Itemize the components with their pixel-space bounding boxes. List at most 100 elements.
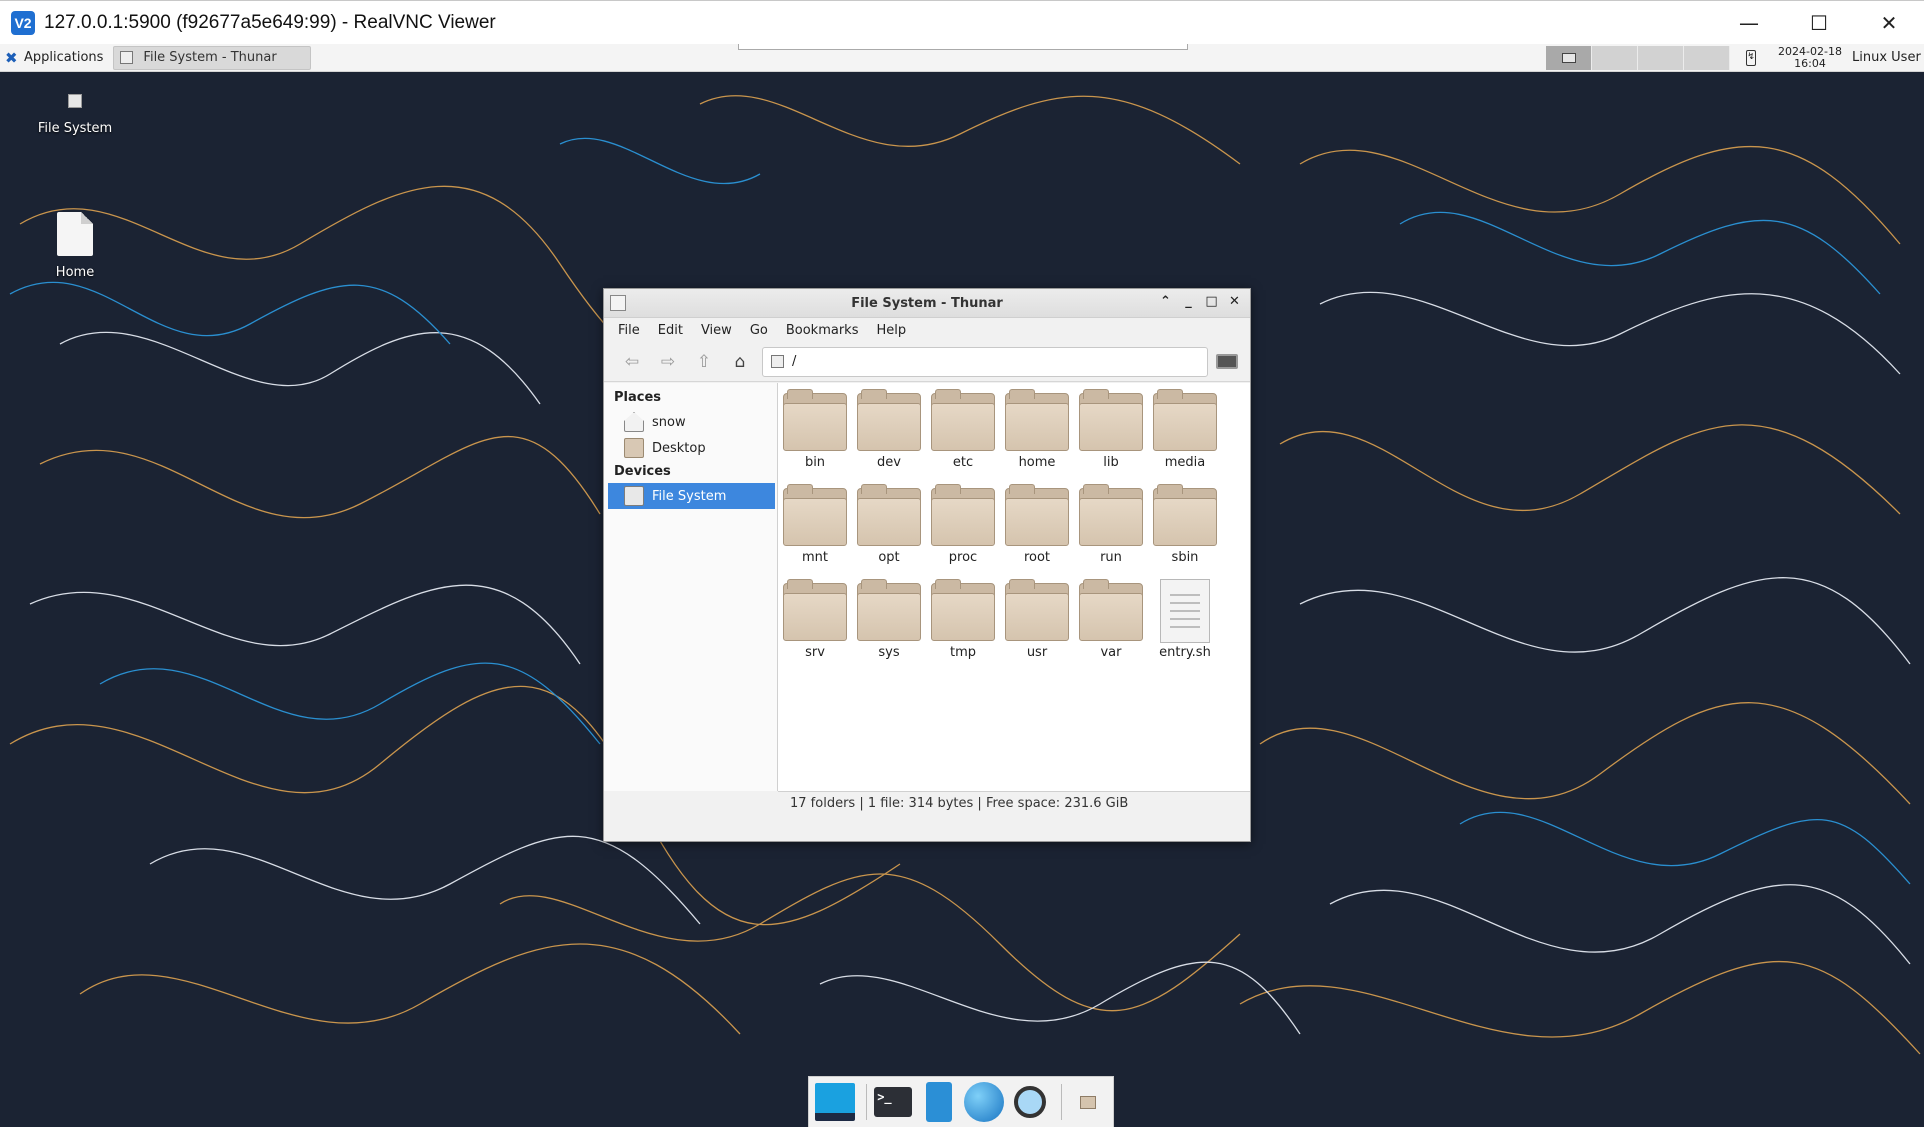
back-arrow-icon[interactable]: ⇦: [614, 347, 650, 377]
folder-item[interactable]: media: [1148, 389, 1222, 470]
item-label: var: [1100, 645, 1122, 660]
sidebar-item-snow[interactable]: snow: [608, 409, 775, 435]
text-file-icon: [1160, 579, 1210, 643]
desktop-icon-label: File System: [37, 121, 113, 136]
maximize-icon[interactable]: □: [1200, 294, 1223, 309]
item-label: mnt: [802, 550, 828, 565]
item-label: root: [1023, 550, 1051, 565]
desktop-icon-filesystem[interactable]: File System: [20, 84, 130, 136]
app-finder-button[interactable]: [1009, 1080, 1051, 1124]
folder-icon: [931, 579, 995, 643]
toolbar: ⇦ ⇨ ⇧ ⌂ /: [604, 342, 1250, 382]
folder-icon: [1005, 579, 1069, 643]
folder-item[interactable]: lib: [1074, 389, 1148, 470]
folder-icon: [1079, 579, 1143, 643]
menu-bookmarks[interactable]: Bookmarks: [777, 323, 868, 338]
panel-dropdown-edge: [738, 44, 1188, 50]
shade-icon[interactable]: ⌃: [1154, 294, 1177, 309]
applications-menu-button[interactable]: ✖ Applications: [5, 46, 109, 70]
item-label: srv: [805, 645, 825, 660]
folder-item[interactable]: mnt: [778, 484, 852, 565]
workspace-2[interactable]: [1592, 46, 1638, 70]
folder-item[interactable]: dev: [852, 389, 926, 470]
folder-item[interactable]: root: [1000, 484, 1074, 565]
realvnc-logo-icon: V2: [11, 10, 35, 35]
minimize-icon[interactable]: —: [1714, 1, 1784, 45]
vnc-titlebar: V2 127.0.0.1:5900 (f92677a5e649:99) - Re…: [0, 0, 1924, 44]
location-bar[interactable]: /: [762, 346, 1208, 377]
folder-item[interactable]: etc: [926, 389, 1000, 470]
desktop-icon: [814, 1083, 855, 1121]
folder-icon: [1005, 484, 1069, 548]
show-desktop-button[interactable]: [814, 1080, 856, 1124]
folder-item[interactable]: sbin: [1148, 484, 1222, 565]
user-menu[interactable]: Linux User: [1852, 50, 1921, 65]
search-icon: [1013, 1086, 1046, 1118]
web-browser-button[interactable]: [963, 1080, 1005, 1124]
item-label: dev: [877, 455, 901, 470]
home-icon[interactable]: ⌂: [722, 347, 758, 377]
terminal-icon[interactable]: [1216, 354, 1238, 369]
close-icon[interactable]: ✕: [1854, 1, 1924, 45]
sidebar-item-desktop[interactable]: Desktop: [608, 435, 775, 461]
workspace-3[interactable]: [1638, 46, 1684, 70]
remote-desktop[interactable]: ✖ Applications File System - Thunar ↯ 20…: [0, 44, 1924, 1127]
forward-arrow-icon[interactable]: ⇨: [650, 347, 686, 377]
folder-icon: [857, 484, 921, 548]
desktop-icon-home[interactable]: Home: [20, 212, 130, 280]
folder-launcher-button[interactable]: [1067, 1080, 1109, 1124]
devices-header: Devices: [614, 464, 671, 479]
folder-item[interactable]: var: [1074, 579, 1148, 660]
drive-icon[interactable]: [610, 295, 626, 311]
workspace-1[interactable]: [1546, 46, 1592, 70]
folder-item[interactable]: sys: [852, 579, 926, 660]
folder-item[interactable]: tmp: [926, 579, 1000, 660]
terminal-button[interactable]: >_: [872, 1080, 914, 1124]
item-label: usr: [1026, 645, 1048, 660]
up-arrow-icon[interactable]: ⇧: [686, 347, 722, 377]
vnc-window-title: 127.0.0.1:5900 (f92677a5e649:99) - RealV…: [44, 11, 496, 33]
minimize-icon[interactable]: _: [1177, 294, 1200, 309]
drive-icon: [120, 51, 134, 64]
drive-icon: [68, 94, 82, 108]
file-item[interactable]: entry.sh: [1148, 579, 1222, 660]
file-view[interactable]: bin dev etc home lib media mnt opt proc …: [778, 383, 1250, 791]
folder-icon: [857, 389, 921, 453]
terminal-icon: >_: [874, 1087, 913, 1117]
close-icon[interactable]: ✕: [1223, 294, 1246, 309]
folder-item[interactable]: proc: [926, 484, 1000, 565]
thunar-window: File System - Thunar ⌃ _ □ ✕ File Edit V…: [603, 288, 1251, 842]
menu-help[interactable]: Help: [867, 323, 915, 338]
top-panel: ✖ Applications File System - Thunar ↯ 20…: [0, 44, 1924, 72]
taskbar-item-thunar[interactable]: File System - Thunar: [113, 45, 312, 70]
folder-icon: [931, 484, 995, 548]
window-icon: [1561, 53, 1576, 63]
workspace-4[interactable]: [1684, 46, 1730, 70]
folder-icon: [783, 484, 847, 548]
folder-item[interactable]: usr: [1000, 579, 1074, 660]
folder-item[interactable]: run: [1074, 484, 1148, 565]
folder-icon: [1153, 389, 1217, 453]
folder-item[interactable]: srv: [778, 579, 852, 660]
workspace-switcher: [1546, 46, 1730, 70]
maximize-icon[interactable]: ☐: [1784, 1, 1854, 45]
folder-icon: [783, 579, 847, 643]
battery-icon[interactable]: ↯: [1746, 50, 1756, 66]
sidebar-item-filesystem[interactable]: File System: [608, 483, 775, 509]
clock-time: 16:04: [1794, 57, 1826, 70]
folder-item[interactable]: opt: [852, 484, 926, 565]
menu-file[interactable]: File: [609, 323, 649, 338]
folder-item[interactable]: home: [1000, 389, 1074, 470]
folder-item[interactable]: bin: [778, 389, 852, 470]
file-manager-button[interactable]: [918, 1080, 960, 1124]
dock-separator: [865, 1084, 867, 1120]
folder-icon: [624, 438, 644, 458]
menu-go[interactable]: Go: [741, 323, 777, 338]
statusbar: 17 folders | 1 file: 314 bytes | Free sp…: [778, 791, 1250, 815]
home-icon: [624, 412, 644, 432]
thunar-titlebar[interactable]: File System - Thunar ⌃ _ □ ✕: [604, 289, 1250, 318]
menu-edit[interactable]: Edit: [649, 323, 692, 338]
menu-view[interactable]: View: [692, 323, 741, 338]
clock[interactable]: 2024-02-18 16:04: [1770, 46, 1850, 70]
menubar: File Edit View Go Bookmarks Help: [604, 318, 1250, 342]
